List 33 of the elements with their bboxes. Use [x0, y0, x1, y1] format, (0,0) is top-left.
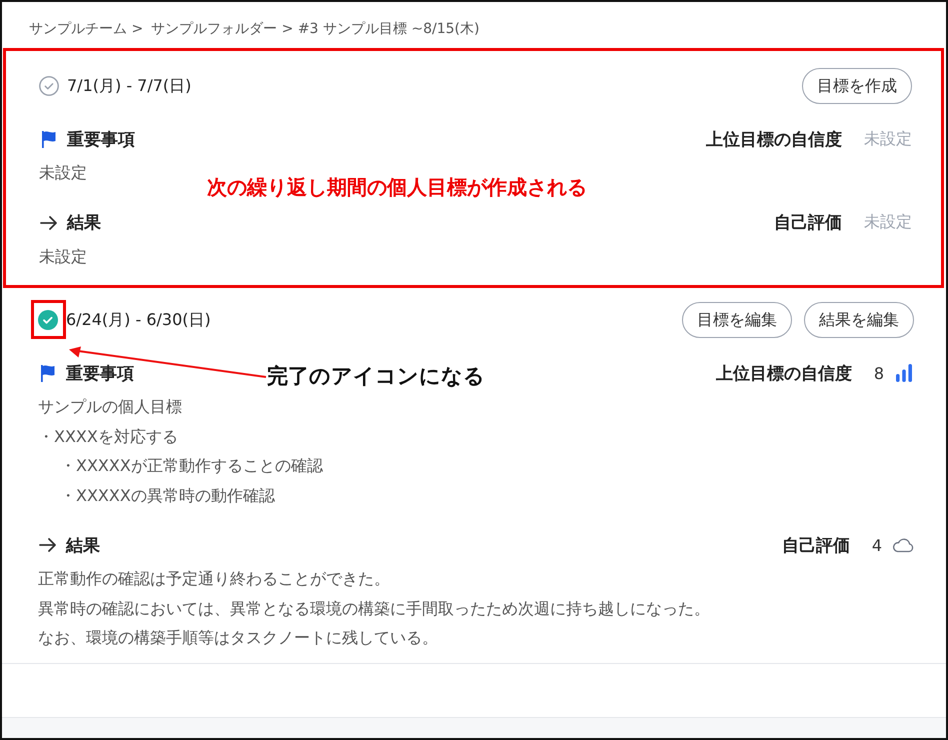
- action-button[interactable]: 目標を編集: [682, 302, 792, 338]
- section-heading: 結果: [67, 212, 101, 234]
- metric-value: 8: [874, 364, 884, 382]
- body-text: 正常動作の確認は予定通り終わることができた。: [38, 568, 390, 590]
- breadcrumb-link[interactable]: サンプルフォルダー > #3 サンプル目標 ~8/15(木): [151, 20, 480, 40]
- callout-label: 完了のアイコンになる: [267, 363, 485, 390]
- signal-bars-icon: [894, 363, 914, 383]
- action-button[interactable]: 結果を編集: [804, 302, 914, 338]
- metric-label: 上位目標の自信度: [716, 362, 852, 384]
- metric-value: 未設定: [864, 128, 912, 150]
- body-text: ・XXXXXの異常時の動作確認: [60, 484, 275, 506]
- metric-label: 自己評価: [774, 212, 842, 234]
- body-text: 未設定: [39, 246, 87, 268]
- breadcrumb-link[interactable]: サンプルチーム >: [29, 20, 144, 40]
- body-text: サンプルの個人目標: [38, 396, 182, 418]
- date-range: 6/24(月) - 6/30(日): [66, 310, 211, 330]
- body-text: ・XXXXを対応する: [38, 426, 178, 448]
- section-heading: 重要事項: [67, 128, 135, 150]
- body-text: 異常時の確認においては、異常となる環境の構築に手間取ったため次週に持ち越しになった。: [38, 598, 710, 620]
- metric-label: 自己評価: [782, 534, 850, 556]
- metric-value: 4: [872, 536, 882, 554]
- body-text: ・XXXXXが正常動作することの確認: [60, 455, 323, 477]
- right-arrow-icon: [38, 535, 58, 555]
- date-range: 7/1(月) - 7/7(日): [67, 76, 192, 96]
- metric-value: 未設定: [864, 212, 912, 233]
- metric-label: 上位目標の自信度: [706, 128, 842, 150]
- body-text: なお、環境の構築手順等はタスクノートに残している。: [38, 627, 438, 649]
- section-heading: 重要事項: [66, 362, 134, 384]
- body-text: 未設定: [39, 162, 87, 184]
- annotation-note: 次の繰り返し期間の個人目標が作成される: [207, 174, 587, 201]
- section-heading: 結果: [66, 534, 100, 556]
- action-button[interactable]: 目標を作成: [802, 68, 912, 104]
- cloud-icon: [892, 537, 914, 553]
